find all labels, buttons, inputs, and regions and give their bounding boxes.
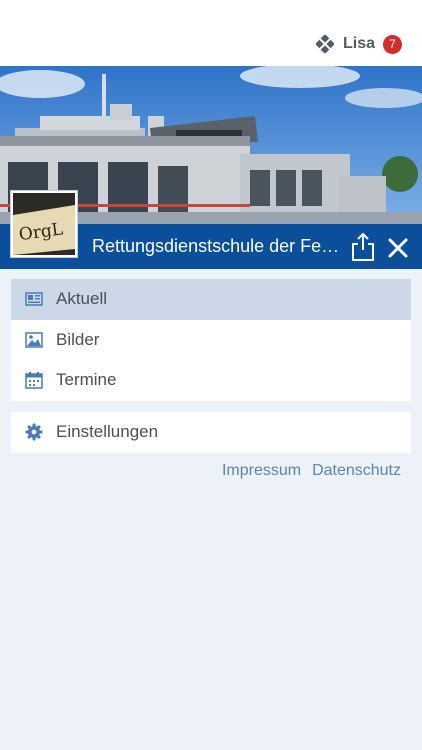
avatar: OrgL — [10, 190, 78, 258]
gear-icon — [25, 423, 43, 441]
menu-label-einstellungen: Einstellungen — [56, 422, 159, 442]
page-title: Rettungsdienstschule der Feu... — [92, 236, 344, 256]
menu-label-aktuell: Aktuell — [56, 289, 108, 309]
app-logo-icon — [315, 34, 335, 54]
menu-label-bilder: Bilder — [56, 329, 100, 349]
menu-item-aktuell[interactable]: Aktuell — [11, 279, 411, 320]
impressum-link[interactable]: Impressum — [222, 462, 301, 480]
user-profile-chip[interactable]: Lisa 7 — [315, 33, 402, 55]
share-icon[interactable] — [350, 232, 376, 262]
menu-item-bilder[interactable]: Bilder — [11, 320, 411, 361]
menu-label-termine: Termine — [56, 370, 117, 390]
settings-card: Einstellungen — [11, 412, 411, 453]
user-name: Lisa — [342, 35, 375, 52]
top-bar: Lisa 7 — [0, 0, 422, 67]
calendar-icon — [25, 372, 43, 389]
menu-list: Aktuell Bilder Termine — [11, 279, 411, 401]
image-icon — [25, 332, 43, 348]
notification-badge[interactable]: 7 — [383, 34, 402, 54]
menu-item-termine[interactable]: Termine — [11, 360, 411, 401]
footer-links: Impressum Datenschutz — [222, 462, 401, 480]
datenschutz-link[interactable]: Datenschutz — [312, 462, 401, 480]
close-icon[interactable] — [386, 236, 410, 260]
menu-item-einstellungen[interactable]: Einstellungen — [11, 412, 411, 453]
newspaper-icon — [25, 292, 43, 306]
